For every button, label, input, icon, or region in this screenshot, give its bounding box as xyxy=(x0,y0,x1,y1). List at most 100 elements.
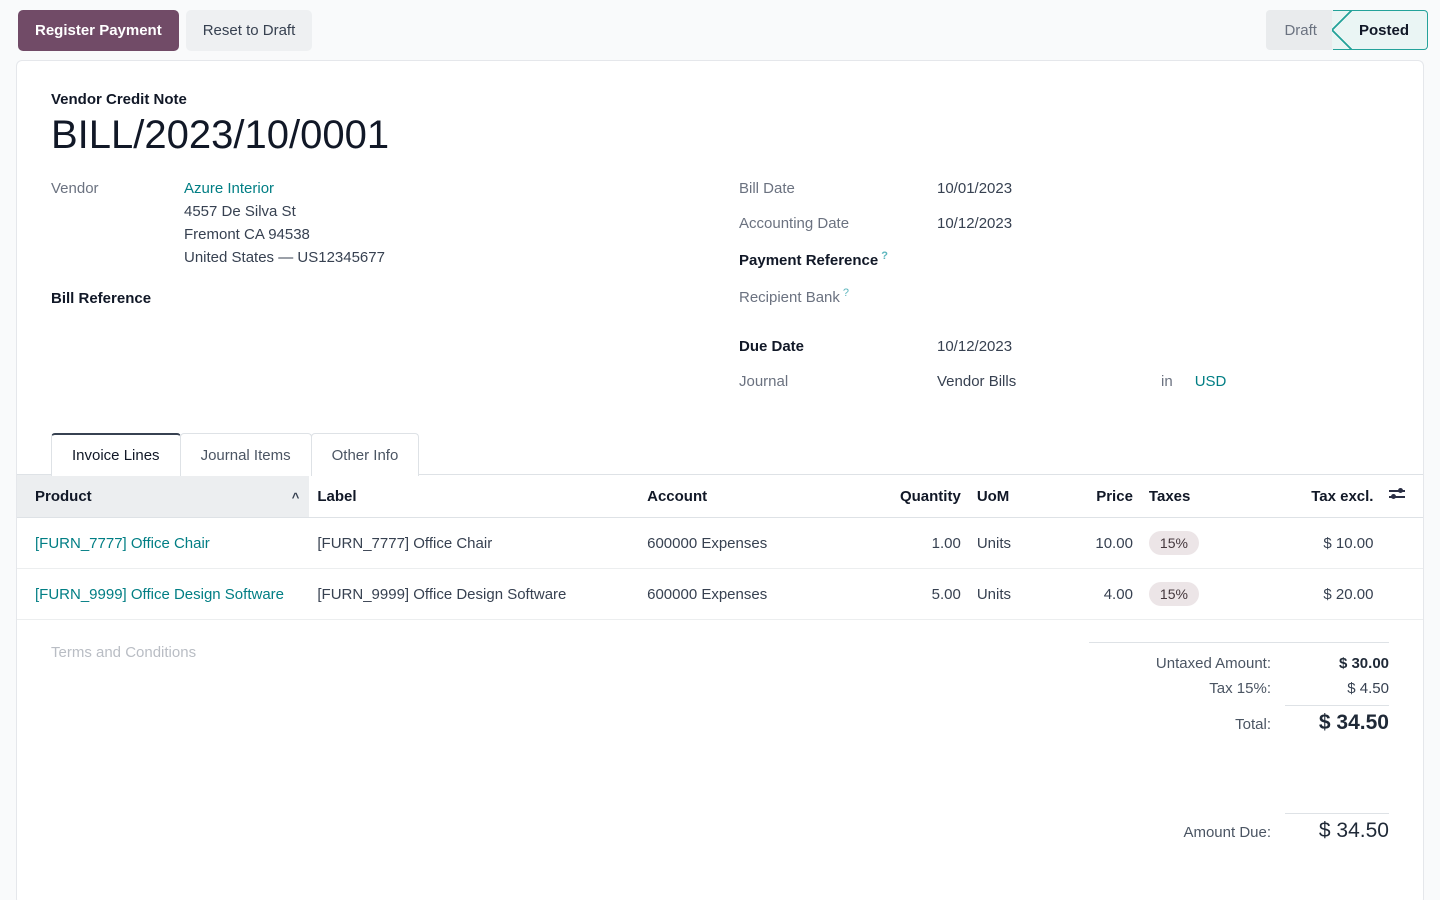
cell-uom[interactable]: Units xyxy=(969,569,1060,620)
document-number-title: BILL/2023/10/0001 xyxy=(51,112,1389,158)
table-header-row: ^ Product Label Account Quantity UoM xyxy=(17,475,1423,518)
cell-account[interactable]: 600000 Expenses xyxy=(639,518,869,569)
tax-row: Tax 15%: $ 4.50 xyxy=(1089,680,1389,697)
terms-and-conditions-input[interactable]: Terms and Conditions xyxy=(51,642,196,743)
column-header-taxes[interactable]: Taxes xyxy=(1141,475,1257,518)
column-header-product-label: Product xyxy=(35,488,92,505)
status-draft-label: Draft xyxy=(1284,22,1317,39)
accounting-date-label: Accounting Date xyxy=(739,215,937,232)
vendor-label: Vendor xyxy=(51,180,184,197)
cell-uom[interactable]: Units xyxy=(969,518,1060,569)
field-accounting-date: Accounting Date 10/12/2023 xyxy=(739,215,1389,232)
journal-label: Journal xyxy=(739,373,937,390)
recipient-bank-label: Recipient Bank? xyxy=(739,287,937,306)
vendor-name-link[interactable]: Azure Interior xyxy=(184,180,385,197)
tax-label: Tax 15%: xyxy=(1209,680,1285,697)
record-sheet: Vendor Credit Note BILL/2023/10/0001 Ven… xyxy=(16,60,1424,900)
table-head: ^ Product Label Account Quantity UoM xyxy=(17,475,1423,518)
field-due-date: Due Date 10/12/2023 xyxy=(739,338,1389,355)
invoice-lines-table: ^ Product Label Account Quantity UoM xyxy=(17,475,1423,620)
column-header-quantity-label: Quantity xyxy=(900,488,961,505)
column-header-price-label: Price xyxy=(1096,488,1133,505)
cell-taxes[interactable]: 15% xyxy=(1141,569,1257,620)
invoice-lines-table-block: ^ Product Label Account Quantity UoM xyxy=(17,474,1423,620)
cell-row-actions xyxy=(1381,518,1423,569)
field-columns: Vendor Azure Interior 4557 De Silva St F… xyxy=(51,180,1389,408)
table-row[interactable]: [FURN_9999] Office Design Software [FURN… xyxy=(17,569,1423,620)
column-header-uom[interactable]: UoM xyxy=(969,475,1060,518)
sheet-wrapper: Vendor Credit Note BILL/2023/10/0001 Ven… xyxy=(0,60,1440,900)
amount-due-row: Amount Due: $ 34.50 xyxy=(1089,813,1389,843)
untaxed-amount-value: $ 30.00 xyxy=(1285,655,1389,672)
vendor-value: Azure Interior 4557 De Silva St Fremont … xyxy=(184,180,385,266)
cell-product[interactable]: [FURN_7777] Office Chair xyxy=(17,518,309,569)
total-label: Total: xyxy=(1235,716,1285,733)
accounting-date-value[interactable]: 10/12/2023 xyxy=(937,215,1012,232)
payment-reference-label: Payment Reference? xyxy=(739,250,937,269)
cell-price[interactable]: 10.00 xyxy=(1060,518,1141,569)
amount-due-label: Amount Due: xyxy=(1183,824,1285,841)
cell-account[interactable]: 600000 Expenses xyxy=(639,569,869,620)
bill-date-label: Bill Date xyxy=(739,180,937,197)
help-icon[interactable]: ? xyxy=(843,287,849,299)
column-header-taxes-label: Taxes xyxy=(1149,488,1190,505)
column-header-label[interactable]: Label xyxy=(309,475,639,518)
sheet-footer: Terms and Conditions Untaxed Amount: $ 3… xyxy=(17,620,1423,743)
column-header-account-label: Account xyxy=(647,488,707,505)
status-posted-label: Posted xyxy=(1359,22,1409,39)
tab-invoice-lines[interactable]: Invoice Lines xyxy=(51,433,181,476)
bill-date-value[interactable]: 10/01/2023 xyxy=(937,180,1012,197)
tax-badge: 15% xyxy=(1149,531,1199,555)
column-header-uom-label: UoM xyxy=(977,488,1010,505)
tax-badge: 15% xyxy=(1149,582,1199,606)
journal-currency-link[interactable]: USD xyxy=(1195,373,1227,390)
recipient-bank-label-text: Recipient Bank xyxy=(739,289,840,306)
status-item-posted[interactable]: Posted xyxy=(1333,10,1428,50)
cell-tax-excl: $ 10.00 xyxy=(1257,518,1381,569)
column-header-price[interactable]: Price xyxy=(1060,475,1141,518)
amount-due-block: Amount Due: $ 34.50 xyxy=(17,743,1423,843)
cell-taxes[interactable]: 15% xyxy=(1141,518,1257,569)
untaxed-amount-row: Untaxed Amount: $ 30.00 xyxy=(1089,655,1389,672)
cell-quantity[interactable]: 5.00 xyxy=(869,569,969,620)
field-vendor: Vendor Azure Interior 4557 De Silva St F… xyxy=(51,180,739,266)
cell-product[interactable]: [FURN_9999] Office Design Software xyxy=(17,569,309,620)
status-item-draft[interactable]: Draft xyxy=(1266,10,1333,50)
sliders-icon[interactable] xyxy=(1389,487,1405,501)
column-header-account[interactable]: Account xyxy=(639,475,869,518)
journal-in-label: in xyxy=(1161,373,1173,390)
cell-tax-excl: $ 20.00 xyxy=(1257,569,1381,620)
product-link[interactable]: [FURN_7777] Office Chair xyxy=(35,535,210,552)
column-header-tax-excl-label: Tax excl. xyxy=(1311,488,1373,505)
product-link[interactable]: [FURN_9999] Office Design Software xyxy=(35,586,284,603)
field-recipient-bank: Recipient Bank? xyxy=(739,287,1389,306)
tab-journal-items-label: Journal Items xyxy=(201,447,291,464)
due-date-label: Due Date xyxy=(739,338,937,355)
bill-reference-label: Bill Reference xyxy=(51,290,184,307)
register-payment-button[interactable]: Register Payment xyxy=(18,10,179,51)
cell-label[interactable]: [FURN_7777] Office Chair xyxy=(309,518,639,569)
help-icon[interactable]: ? xyxy=(881,250,888,262)
table-body: [FURN_7777] Office Chair [FURN_7777] Off… xyxy=(17,518,1423,620)
vendor-country: United States — US12345677 xyxy=(184,249,385,266)
column-header-optional-columns[interactable] xyxy=(1381,475,1423,518)
reset-to-draft-button[interactable]: Reset to Draft xyxy=(186,10,313,51)
tab-journal-items[interactable]: Journal Items xyxy=(180,433,312,476)
field-column-right: Bill Date 10/01/2023 Accounting Date 10/… xyxy=(739,180,1389,408)
tab-other-info[interactable]: Other Info xyxy=(311,433,420,476)
cell-label[interactable]: [FURN_9999] Office Design Software xyxy=(309,569,639,620)
column-header-product[interactable]: ^ Product xyxy=(17,475,309,518)
due-date-value[interactable]: 10/12/2023 xyxy=(937,338,1012,355)
vendor-city: Fremont CA 94538 xyxy=(184,226,385,243)
cell-price[interactable]: 4.00 xyxy=(1060,569,1141,620)
column-header-tax-excl[interactable]: Tax excl. xyxy=(1257,475,1381,518)
column-header-quantity[interactable]: Quantity xyxy=(869,475,969,518)
cell-quantity[interactable]: 1.00 xyxy=(869,518,969,569)
journal-value[interactable]: Vendor Bills xyxy=(937,373,1161,390)
control-panel: Register Payment Reset to Draft Draft Po… xyxy=(0,0,1440,60)
sheet-header-section: Vendor Credit Note BILL/2023/10/0001 Ven… xyxy=(17,91,1423,408)
caret-up-icon: ^ xyxy=(292,491,300,504)
field-journal: Journal Vendor Bills in USD xyxy=(739,373,1389,390)
journal-value-group: Vendor Bills in USD xyxy=(937,373,1226,390)
table-row[interactable]: [FURN_7777] Office Chair [FURN_7777] Off… xyxy=(17,518,1423,569)
